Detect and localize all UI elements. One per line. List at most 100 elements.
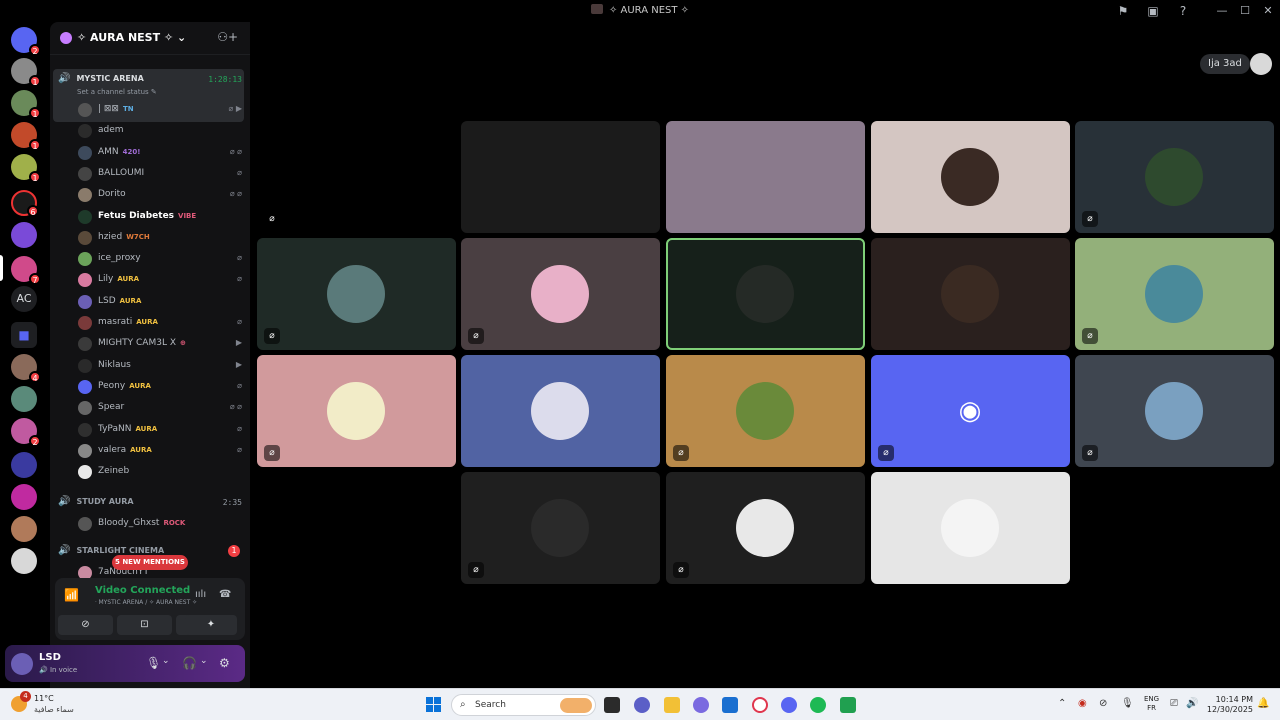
windows-start-icon[interactable] bbox=[426, 697, 441, 712]
server-icon[interactable]: 1 bbox=[11, 154, 41, 183]
discord-home-icon[interactable]: 2 bbox=[11, 27, 41, 56]
minimize-button[interactable]: — bbox=[1212, 3, 1232, 19]
voice-member[interactable]: masrati AURA ⌀ bbox=[78, 313, 246, 333]
network-off-icon[interactable]: ⊘ bbox=[1099, 698, 1107, 709]
inbox-icon[interactable]: ▣ bbox=[1145, 3, 1161, 19]
tray-chevron-up-icon[interactable]: ⌃ bbox=[1058, 698, 1066, 709]
voice-member[interactable]: Fetus Diabetes VIBE bbox=[78, 207, 246, 227]
participant-tile[interactable] bbox=[666, 238, 865, 350]
noise-suppression-icon[interactable]: ıılı bbox=[195, 589, 206, 600]
invite-people-icon[interactable]: ⚇+ bbox=[217, 30, 238, 44]
new-mentions-pill[interactable]: 5 NEW MENTIONS bbox=[112, 555, 188, 570]
help-icon[interactable]: ? bbox=[1175, 3, 1191, 19]
microphone-tray-icon[interactable]: 🎙 bbox=[1121, 698, 1134, 709]
spotify-icon[interactable] bbox=[810, 697, 826, 713]
voice-member[interactable]: Spear ⌀ ⌀ bbox=[78, 398, 246, 418]
server-icon[interactable]: 2 bbox=[11, 418, 41, 447]
server-icon[interactable] bbox=[11, 452, 37, 478]
server-icon[interactable]: 1 bbox=[11, 90, 41, 119]
participant-tile[interactable]: ⌀ bbox=[257, 121, 456, 233]
store-icon[interactable] bbox=[722, 697, 738, 713]
participant-tile[interactable]: ⌀ bbox=[461, 472, 660, 584]
voice-member[interactable]: LSD AURA bbox=[78, 292, 246, 312]
task-view-icon[interactable] bbox=[604, 697, 620, 713]
participant-tile[interactable]: ⌀ bbox=[666, 355, 865, 467]
signal-icon[interactable]: 📶 bbox=[64, 588, 79, 602]
screen-share-button[interactable]: ⊡ bbox=[117, 615, 172, 635]
taskbar-search[interactable]: ⌕ Search bbox=[451, 694, 596, 716]
participant-tile[interactable] bbox=[666, 121, 865, 233]
close-button[interactable]: ✕ bbox=[1258, 3, 1278, 19]
voice-member[interactable]: ice_proxy ⌀ bbox=[78, 249, 246, 269]
file-explorer-icon[interactable] bbox=[664, 697, 680, 713]
chevron-down-icon[interactable]: ⌄ bbox=[162, 656, 170, 666]
disconnect-icon[interactable]: ☎ bbox=[219, 589, 231, 600]
soundboard-button[interactable]: ✦ bbox=[185, 615, 237, 635]
clock[interactable]: 10:14 PM 12/30/2025 bbox=[1205, 695, 1253, 715]
channel-status[interactable]: Set a channel status ✎ bbox=[77, 88, 157, 96]
server-icon[interactable]: 4 bbox=[11, 354, 41, 383]
participant-tile[interactable] bbox=[871, 121, 1070, 233]
server-icon[interactable] bbox=[11, 484, 37, 510]
server-icon[interactable]: 6 bbox=[11, 190, 39, 217]
voice-member[interactable]: hzied W7CH bbox=[78, 228, 246, 248]
voice-channel-mystic-arena[interactable]: 🔊 MYSTIC ARENA 1:28:13 bbox=[58, 73, 242, 89]
temperature[interactable]: 11°C bbox=[34, 694, 54, 703]
server-icon[interactable] bbox=[11, 516, 37, 542]
server-icon[interactable]: 1 bbox=[11, 58, 41, 87]
voice-member[interactable]: AMN 420! ⌀ ⌀ bbox=[78, 143, 246, 163]
server-text-icon[interactable]: AC bbox=[11, 286, 37, 312]
participant-tile[interactable]: ⌀ bbox=[461, 238, 660, 350]
voice-member[interactable]: MIGHTY CAM3L X ⊕ ▶ bbox=[78, 334, 246, 354]
microphone-icon[interactable]: 🎙 bbox=[146, 656, 161, 670]
voice-member[interactable]: BALLOUMI ⌀ bbox=[78, 164, 246, 184]
guild-header[interactable]: ✧ AURA NEST ✧ ⌄ ⚇+ bbox=[50, 22, 250, 54]
notification-bell-icon[interactable]: 🔔 bbox=[1257, 698, 1269, 709]
voice-member[interactable]: Peony AURA ⌀ bbox=[78, 377, 246, 397]
language-indicator[interactable]: ENG FR bbox=[1144, 695, 1159, 713]
volume-icon[interactable]: 🔊 bbox=[1186, 698, 1198, 709]
camera-off-button[interactable]: ⊘ bbox=[58, 615, 113, 635]
voice-member[interactable]: adem bbox=[78, 121, 246, 141]
participant-tile[interactable] bbox=[461, 355, 660, 467]
participant-tile[interactable] bbox=[461, 121, 660, 233]
voice-location[interactable]: ᐧ MYSTIC ARENA / ✧ AURA NEST ✧ bbox=[95, 599, 197, 606]
chevron-down-icon[interactable]: ⌄ bbox=[200, 656, 208, 666]
weather-condition[interactable]: سماء صافية bbox=[34, 705, 74, 714]
voice-member[interactable]: valera AURA ⌀ bbox=[78, 441, 246, 461]
voice-member[interactable]: Dorito ⌀ ⌀ bbox=[78, 185, 246, 205]
opera-icon[interactable] bbox=[752, 697, 768, 713]
copilot-icon[interactable] bbox=[693, 697, 709, 713]
voice-channel-study-aura[interactable]: 🔊 STUDY AURA 2:35 bbox=[58, 496, 242, 512]
server-icon[interactable] bbox=[11, 548, 37, 574]
server-icon[interactable] bbox=[11, 222, 37, 248]
participant-tile[interactable]: ⌀ bbox=[666, 472, 865, 584]
participant-tile[interactable] bbox=[871, 472, 1070, 584]
app-icon[interactable] bbox=[840, 697, 856, 713]
folder-icon[interactable]: ■ bbox=[11, 322, 37, 348]
voice-member[interactable]: Niklaus ▶ bbox=[78, 356, 246, 376]
voice-member[interactable]: | ⊠⊠ TN ⌀ ▶ bbox=[78, 100, 246, 120]
participant-tile[interactable]: ⌀ bbox=[257, 355, 456, 467]
participant-tile[interactable]: ⌀ bbox=[257, 238, 456, 350]
participant-tile[interactable] bbox=[871, 238, 1070, 350]
discord-taskbar-icon[interactable] bbox=[781, 697, 797, 713]
inbox-flag-icon[interactable]: ⚑ bbox=[1115, 3, 1131, 19]
participant-tile[interactable]: ⌀ bbox=[1075, 238, 1274, 350]
participant-tile[interactable]: ◉ ⌀ bbox=[871, 355, 1070, 467]
participant-tile[interactable]: ⌀ bbox=[1075, 355, 1274, 467]
server-icon-aura-nest[interactable]: 7 bbox=[11, 256, 41, 285]
voice-member[interactable]: Lily AURA ⌀ bbox=[78, 270, 246, 290]
voice-member[interactable]: TyPaNN AURA ⌀ bbox=[78, 420, 246, 440]
voice-member[interactable]: Bloody_Ghxst ROCK bbox=[78, 514, 246, 534]
voice-connected-label[interactable]: Video Connected bbox=[95, 585, 190, 596]
tray-app-icon[interactable]: ◉ bbox=[1078, 698, 1087, 709]
voice-member[interactable]: Zeineb bbox=[78, 462, 246, 482]
headphones-icon[interactable]: 🎧 bbox=[182, 656, 197, 670]
maximize-button[interactable]: ☐ bbox=[1235, 3, 1255, 19]
display-icon[interactable]: ⎚ bbox=[1170, 698, 1178, 709]
server-icon[interactable] bbox=[11, 386, 37, 412]
teams-icon[interactable] bbox=[634, 697, 650, 713]
participant-tile[interactable]: ⌀ bbox=[1075, 121, 1274, 233]
server-icon[interactable]: 1 bbox=[11, 122, 41, 151]
